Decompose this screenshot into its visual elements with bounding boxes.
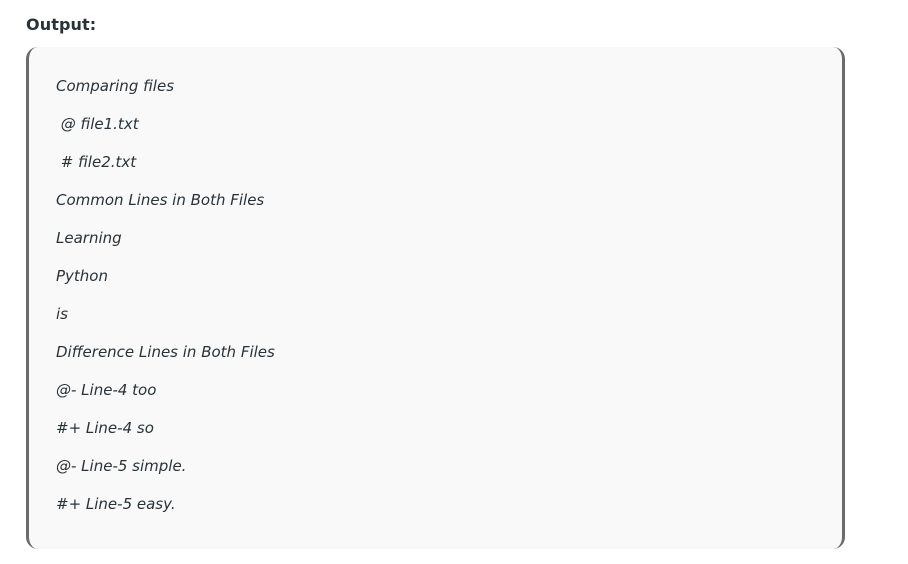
output-line: Comparing files [56,77,175,95]
output-line: @ file1.txt [56,115,139,133]
output-line: # file2.txt [56,153,137,171]
output-line: #+ Line-5 easy. [56,495,176,513]
output-line: is [56,305,68,323]
output-block: Comparing files @ file1.txt # file2.txt … [26,47,845,549]
output-line: @- Line-5 simple. [56,457,187,475]
output-line: Common Lines in Both Files [56,191,265,209]
output-line: Learning [56,229,122,247]
output-line: Python [56,267,108,285]
output-heading: Output: [26,15,97,34]
output-line: #+ Line-4 so [56,419,154,437]
output-line: Difference Lines in Both Files [56,343,275,361]
output-line: @- Line-4 too [56,381,157,399]
